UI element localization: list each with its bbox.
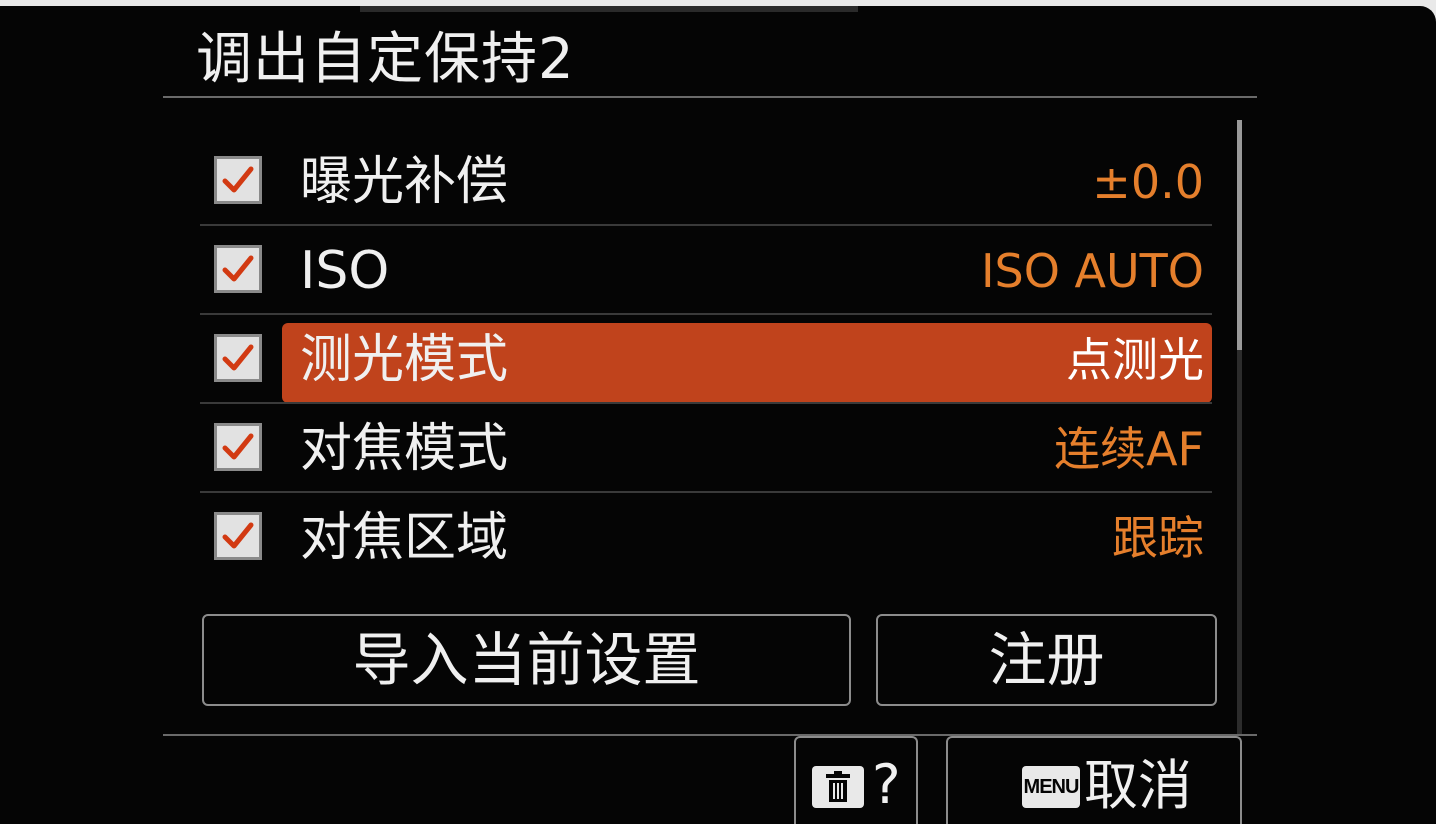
list-item-exposure-comp[interactable]: 曝光补偿 ±0.0 bbox=[200, 138, 1212, 226]
checkbox[interactable] bbox=[214, 156, 262, 204]
list-item-label: 对焦模式 bbox=[300, 419, 509, 479]
title-divider bbox=[163, 96, 1257, 98]
row-divider bbox=[200, 313, 1212, 315]
list-item-value: 点测光 bbox=[1066, 333, 1204, 387]
checkbox[interactable] bbox=[214, 512, 262, 560]
delete-help-softkey[interactable]: ? bbox=[794, 736, 918, 824]
row-divider bbox=[200, 224, 1212, 226]
list-item-value: ISO AUTO bbox=[980, 244, 1204, 298]
list-item-focus-mode[interactable]: 对焦模式 连续AF bbox=[200, 405, 1212, 493]
checkmark-icon bbox=[222, 255, 254, 282]
checkbox[interactable] bbox=[214, 423, 262, 471]
menu-button-icon: MENU bbox=[1022, 766, 1080, 808]
list-item-value: 跟踪 bbox=[1112, 511, 1204, 565]
row-divider bbox=[200, 402, 1212, 404]
trash-can-icon bbox=[826, 771, 850, 802]
top-strip bbox=[360, 6, 858, 12]
checkmark-icon bbox=[222, 522, 254, 549]
checkmark-icon bbox=[222, 433, 254, 460]
list-item-value: ±0.0 bbox=[1092, 155, 1204, 209]
scrollbar[interactable] bbox=[1237, 120, 1242, 736]
cancel-softkey[interactable]: MENU 取消 bbox=[946, 736, 1242, 824]
checkmark-icon bbox=[222, 166, 254, 193]
trash-icon bbox=[812, 766, 864, 808]
checkbox[interactable] bbox=[214, 245, 262, 293]
checkmark-icon bbox=[222, 344, 254, 371]
help-label: ? bbox=[872, 753, 901, 816]
list-item-label: 曝光补偿 bbox=[300, 152, 509, 212]
list-item-value: 连续AF bbox=[1054, 422, 1204, 476]
register-button[interactable]: 注册 bbox=[876, 614, 1217, 706]
scrollbar-thumb[interactable] bbox=[1237, 120, 1242, 350]
camera-menu-screen: 调出自定保持2 曝光补偿 ±0.0 ISO ISO AUTO 测光模式 点测光 … bbox=[0, 6, 1436, 824]
list-item-iso[interactable]: ISO ISO AUTO bbox=[200, 227, 1212, 315]
list-item-label: ISO bbox=[300, 241, 390, 301]
list-item-focus-area[interactable]: 对焦区域 跟踪 bbox=[200, 494, 1212, 582]
page-title: 调出自定保持2 bbox=[196, 27, 575, 92]
list-item-label: 测光模式 bbox=[300, 330, 509, 390]
row-divider bbox=[200, 491, 1212, 493]
list-item-label: 对焦区域 bbox=[300, 508, 509, 568]
checkbox[interactable] bbox=[214, 334, 262, 382]
cancel-label: 取消 bbox=[1084, 754, 1192, 817]
import-current-settings-button[interactable]: 导入当前设置 bbox=[202, 614, 851, 706]
list-item-metering-mode[interactable]: 测光模式 点测光 bbox=[200, 316, 1212, 404]
